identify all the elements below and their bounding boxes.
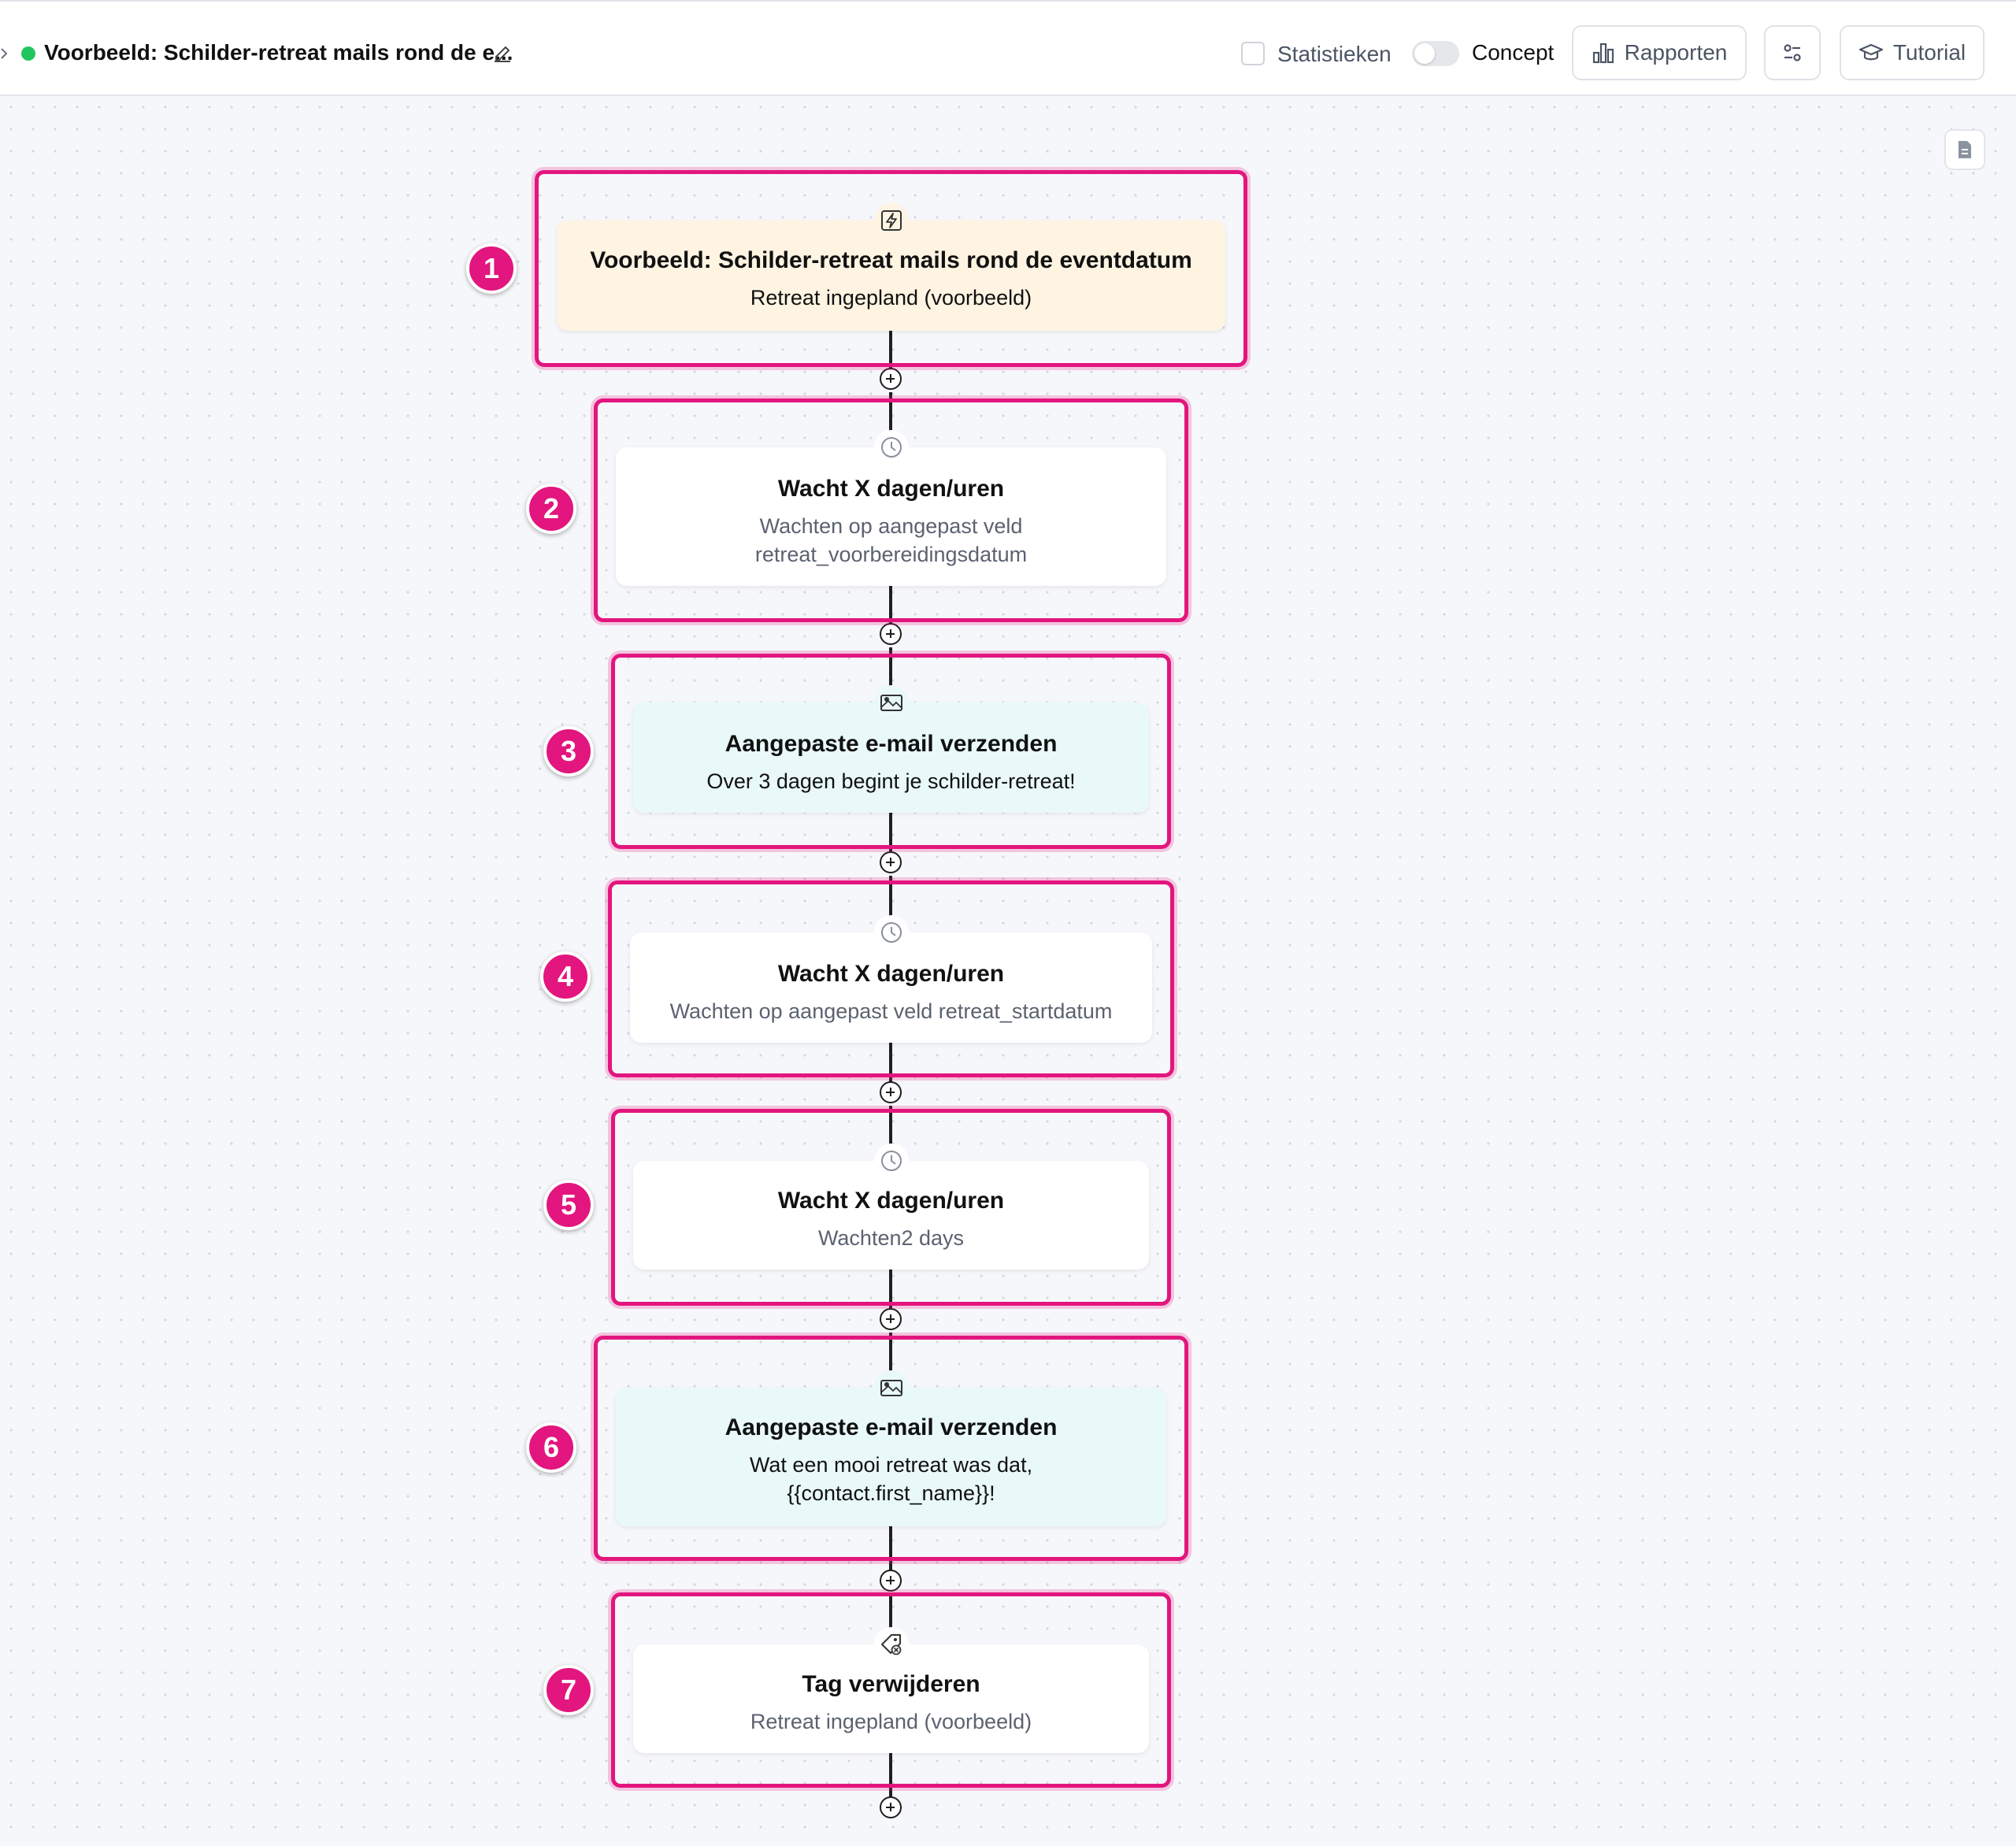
top-bar: Voorbeeld: Schilder-retreat mails rond d… xyxy=(0,0,2016,96)
clock-icon xyxy=(873,430,909,465)
node-subtitle: Retreat ingepland (voorbeeld) xyxy=(750,1710,1032,1733)
email-image-icon xyxy=(873,685,909,720)
graduation-cap-icon xyxy=(1858,43,1883,61)
pencil-icon[interactable] xyxy=(491,41,513,63)
add-step-button[interactable] xyxy=(880,1308,902,1330)
node-subtitle: Retreat ingepland (voorbeeld) xyxy=(750,286,1032,310)
add-step-button[interactable] xyxy=(880,623,902,645)
wait-node[interactable]: Wacht X dagen/uren Wachten2 days xyxy=(633,1144,1149,1270)
clock-icon xyxy=(873,1144,909,1178)
email-image-icon xyxy=(873,1370,909,1405)
notes-button[interactable] xyxy=(1944,129,1985,170)
step-number-badge: 5 xyxy=(543,1180,594,1230)
statistics-checkbox[interactable] xyxy=(1241,42,1265,65)
node-title: Wacht X dagen/uren xyxy=(777,961,1005,987)
trigger-node[interactable]: Voorbeeld: Schilder-retreat mails rond d… xyxy=(557,203,1225,331)
flow-title: Voorbeeld: Schilder-retreat mails rond d… xyxy=(44,40,513,65)
add-step-button[interactable] xyxy=(880,1081,902,1103)
settings-button[interactable] xyxy=(1764,25,1821,80)
tag-remove-icon xyxy=(873,1627,909,1662)
step-number-badge: 2 xyxy=(526,484,576,534)
email-node[interactable]: Aangepaste e-mail verzenden Wat een mooi… xyxy=(616,1370,1166,1526)
node-subtitle: Wachten op aangepast veld xyxy=(759,514,1023,538)
node-subtitle: Wachten op aangepast veld retreat_startd… xyxy=(669,999,1113,1023)
node-title: Aangepaste e-mail verzenden xyxy=(724,1414,1058,1440)
node-subtitle: Wat een mooi retreat was dat, xyxy=(749,1453,1033,1477)
concept-toggle[interactable] xyxy=(1412,41,1459,66)
node-title: Aangepaste e-mail verzenden xyxy=(724,731,1058,757)
add-step-button[interactable] xyxy=(880,1796,902,1818)
step-number-badge: 6 xyxy=(526,1422,576,1473)
reports-label: Rapporten xyxy=(1624,40,1728,65)
lightning-icon xyxy=(873,203,909,238)
reports-button[interactable]: Rapporten xyxy=(1572,25,1747,80)
node-title: Wacht X dagen/uren xyxy=(777,1188,1005,1214)
sliders-icon xyxy=(1784,44,1801,61)
add-step-button[interactable] xyxy=(880,368,902,390)
status-dot xyxy=(21,46,35,61)
wait-node[interactable]: Wacht X dagen/uren Wachten op aangepast … xyxy=(616,430,1166,586)
bar-chart-icon xyxy=(1592,43,1614,64)
tutorial-button[interactable]: Tutorial xyxy=(1840,25,1984,80)
document-icon xyxy=(1959,141,1971,158)
node-subtitle: Wachten2 days xyxy=(817,1226,965,1250)
add-step-button[interactable] xyxy=(880,851,902,873)
node-title: Wacht X dagen/uren xyxy=(777,476,1005,502)
tag-node[interactable]: Tag verwijderen Retreat ingepland (voorb… xyxy=(633,1627,1149,1753)
node-subtitle: Over 3 dagen begint je schilder-retreat! xyxy=(706,769,1076,793)
node-title: Tag verwijderen xyxy=(802,1671,980,1697)
node-subtitle: retreat_voorbereidingsdatum xyxy=(754,543,1028,566)
email-node[interactable]: Aangepaste e-mail verzenden Over 3 dagen… xyxy=(633,685,1149,813)
node-subtitle: {{contact.first_name}}! xyxy=(787,1481,995,1505)
chevron-left-icon[interactable] xyxy=(0,47,9,60)
tutorial-label: Tutorial xyxy=(1892,40,1966,65)
step-number-badge: 7 xyxy=(543,1665,594,1715)
node-title: Voorbeeld: Schilder-retreat mails rond d… xyxy=(590,247,1192,273)
add-step-button[interactable] xyxy=(880,1570,902,1592)
concept-label: Concept xyxy=(1472,40,1555,65)
statistics-label: Statistieken xyxy=(1277,42,1392,66)
step-number-badge: 3 xyxy=(543,726,594,777)
step-number-badge: 4 xyxy=(540,951,591,1002)
step-number-badge: 1 xyxy=(466,243,517,294)
clock-icon xyxy=(873,915,909,950)
wait-node[interactable]: Wacht X dagen/uren Wachten op aangepast … xyxy=(630,915,1152,1043)
